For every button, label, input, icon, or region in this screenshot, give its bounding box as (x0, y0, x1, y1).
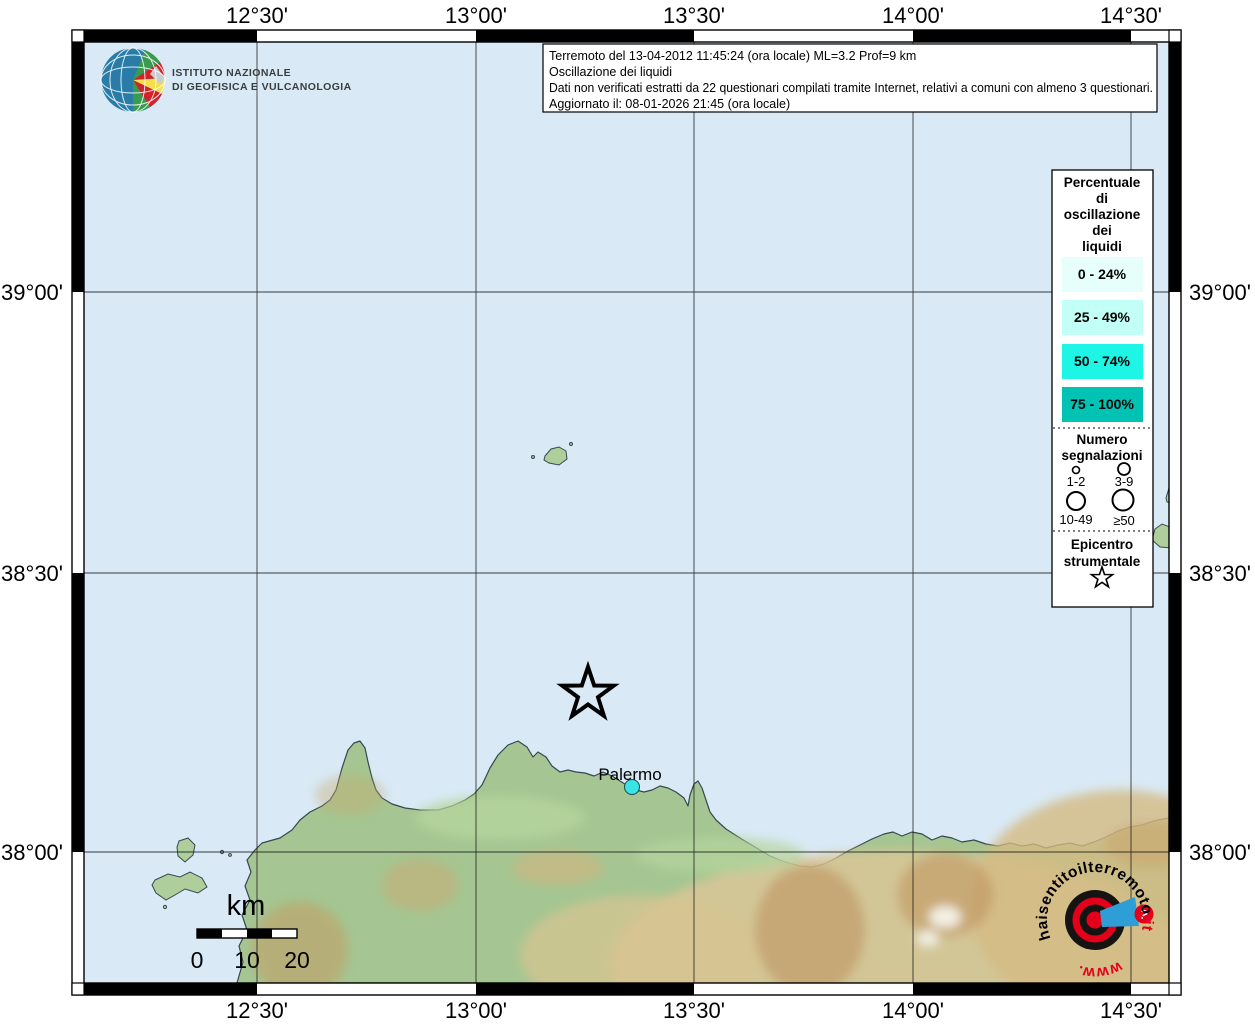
watermark-tld: .it (1138, 915, 1156, 933)
count-circle-10-49 (1067, 492, 1085, 510)
axis-label-top-4: 14°30' (1100, 3, 1162, 28)
axis-label-bottom-4: 14°30' (1100, 998, 1162, 1023)
event-info-line4: Aggiornato il: 08-01-2026 21:45 (ora loc… (549, 97, 790, 111)
frame-left-black-2 (72, 573, 84, 852)
legend-counts-title-line1: Numero (1076, 432, 1127, 447)
axis-label-left-0: 39°00' (1, 280, 63, 305)
legend-title-line1: Percentuale (1064, 175, 1141, 190)
legend-label-50-74: 50 - 74% (1074, 353, 1131, 369)
legend-title-line2: di (1096, 191, 1108, 206)
islet-ustica-1 (532, 456, 535, 459)
scale-seg-3 (247, 929, 272, 938)
axis-label-top-0: 12°30' (226, 3, 288, 28)
scale-tick-0: 0 (191, 947, 204, 973)
frame-corner-tl (72, 30, 84, 42)
map-content: Palermo km 0 10 20 ? (84, 42, 1255, 1024)
count-label-1-2: 1-2 (1067, 474, 1086, 489)
islet-3 (163, 905, 166, 908)
legend: Percentuale di oscillazione dei liquidi … (1052, 170, 1153, 607)
count-circle-1-2 (1073, 467, 1080, 474)
scale-tick-20: 20 (284, 947, 310, 973)
frame-top-black-1 (84, 30, 257, 42)
frame-right-black-1 (1169, 42, 1181, 292)
legend-title-line4: dei (1092, 223, 1112, 238)
axis-label-top-1: 13°00' (445, 3, 507, 28)
count-label-3-9: 3-9 (1115, 474, 1134, 489)
legend-title-line5: liquidi (1082, 239, 1122, 254)
frame-right-black-2 (1169, 573, 1181, 852)
map-figure: 12°30' 13°00' 13°30' 14°00' 14°30' 12°30… (0, 0, 1255, 1024)
scale-bar-unit: km (227, 890, 266, 922)
legend-epicenter-title-line1: Epicentro (1071, 537, 1133, 552)
frame-corner-tr (1169, 30, 1181, 42)
scale-seg-2 (222, 929, 247, 938)
legend-label-75-100: 75 - 100% (1070, 396, 1134, 412)
legend-label-25-49: 25 - 49% (1074, 309, 1131, 325)
axis-labels-top: 12°30' 13°00' 13°30' 14°00' 14°30' (226, 3, 1162, 28)
axis-label-left-1: 38°30' (1, 561, 63, 586)
frame-corner-bl (72, 983, 84, 995)
axis-label-bottom-0: 12°30' (226, 998, 288, 1023)
ingv-name-line1: ISTITUTO NAZIONALE (172, 67, 291, 79)
islet-2 (229, 854, 232, 857)
city-intensity-dot (625, 780, 640, 795)
ingv-name-line2: DI GEOFISICA E VULCANOLOGIA (172, 81, 352, 93)
frame-bottom-black-2 (476, 983, 694, 995)
axis-label-right-1: 38°30' (1189, 561, 1251, 586)
axis-label-right-2: 38°00' (1189, 840, 1251, 865)
event-info-box: Terremoto del 13-04-2012 11:45:24 (ora l… (543, 44, 1157, 112)
count-circle-50 (1113, 490, 1134, 511)
axis-label-top-2: 13°30' (663, 3, 725, 28)
axis-labels-left: 39°00' 38°30' 38°00' (1, 280, 63, 865)
axis-label-bottom-2: 13°30' (663, 998, 725, 1023)
frame-top-black-2 (476, 30, 694, 42)
macroseismic-map-page: 12°30' 13°00' 13°30' 14°00' 14°30' 12°30… (0, 0, 1255, 1024)
event-info-line2: Oscillazione dei liquidi (549, 65, 672, 79)
scale-seg-4 (272, 929, 297, 938)
axis-labels-bottom: 12°30' 13°00' 13°30' 14°00' 14°30' (226, 998, 1162, 1023)
axis-label-bottom-3: 14°00' (882, 998, 944, 1023)
legend-title-line3: oscillazione (1064, 207, 1141, 222)
legend-counts-title-line2: segnalazioni (1061, 448, 1142, 463)
axis-label-left-2: 38°00' (1, 840, 63, 865)
axis-label-top-3: 14°00' (882, 3, 944, 28)
count-label-50: ≥50 (1113, 513, 1135, 528)
scale-tick-10: 10 (234, 947, 260, 973)
axis-labels-right: 39°00' 38°30' 38°00' (1189, 280, 1251, 865)
islet-ustica-2 (570, 443, 573, 446)
legend-label-0-24: 0 - 24% (1078, 266, 1127, 282)
count-label-10-49: 10-49 (1059, 512, 1092, 527)
event-info-line3: Dati non verificati estratti da 22 quest… (549, 81, 1153, 95)
event-info-line1: Terremoto del 13-04-2012 11:45:24 (ora l… (549, 49, 916, 63)
frame-bottom-black-3 (913, 983, 1131, 995)
frame-corner-br (1169, 983, 1181, 995)
scale-seg-1 (197, 929, 222, 938)
frame-bottom-black-1 (84, 983, 257, 995)
axis-label-right-0: 39°00' (1189, 280, 1251, 305)
axis-label-bottom-1: 13°00' (445, 998, 507, 1023)
frame-left-black-1 (72, 42, 84, 292)
frame-top-black-3 (913, 30, 1131, 42)
